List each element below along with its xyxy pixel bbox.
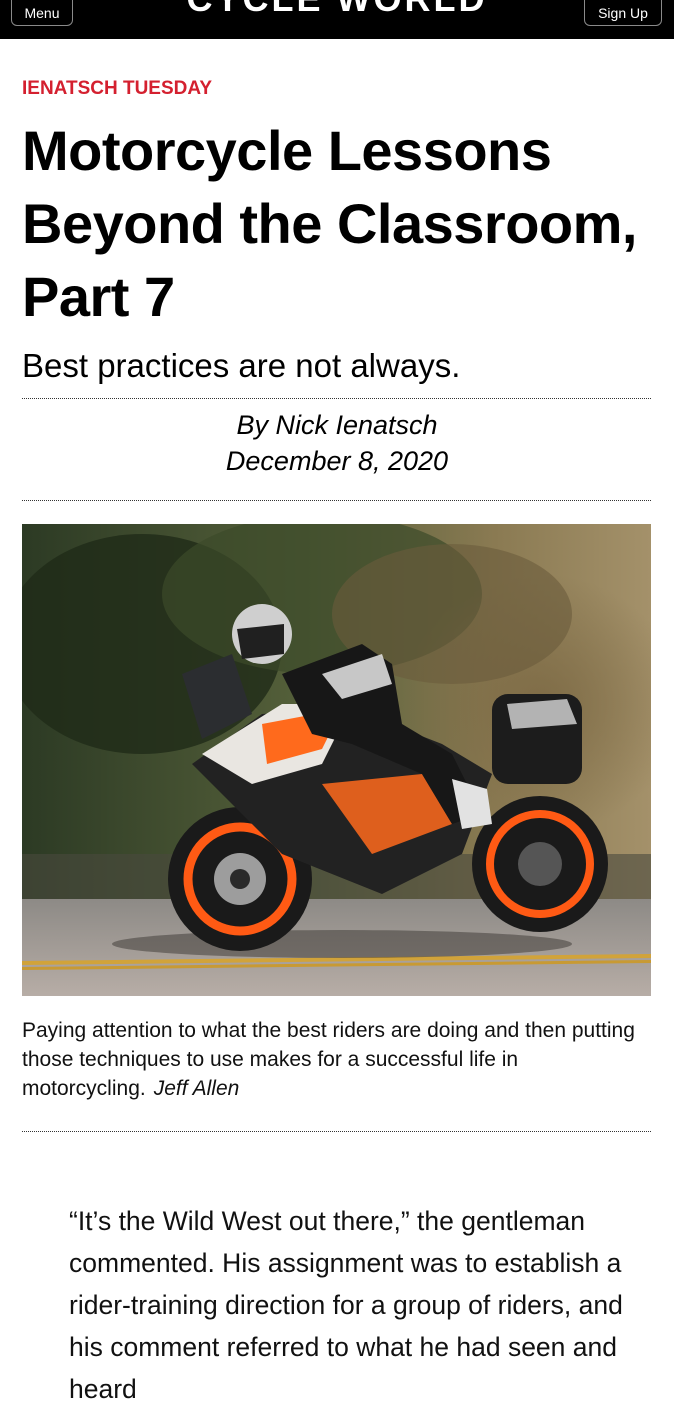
divider bbox=[22, 1131, 651, 1132]
article-category-link[interactable]: IENATSCH TUESDAY bbox=[22, 78, 212, 100]
caption-text: Paying attention to what the best riders… bbox=[22, 1019, 635, 1100]
divider bbox=[22, 500, 651, 501]
image-caption: Paying attention to what the best riders… bbox=[22, 1016, 652, 1103]
sign-up-button[interactable]: Sign Up bbox=[584, 0, 662, 26]
photo-credit: Jeff Allen bbox=[153, 1077, 240, 1100]
hero-image bbox=[22, 524, 651, 996]
publish-date: December 8, 2020 bbox=[225, 446, 449, 476]
divider bbox=[22, 398, 651, 399]
article-body-paragraph: “It’s the Wild West out there,” the gent… bbox=[69, 1206, 623, 1404]
author-byline[interactable]: By Nick Ienatsch bbox=[0, 407, 674, 443]
article-title: Motorcycle Lessons Beyond the Classroom,… bbox=[22, 119, 637, 328]
article-subtitle: Best practices are not always. bbox=[22, 347, 461, 384]
site-logo[interactable]: CYCLE WORLD bbox=[0, 0, 674, 20]
top-nav-bar: Menu CYCLE WORLD Sign Up bbox=[0, 0, 674, 39]
